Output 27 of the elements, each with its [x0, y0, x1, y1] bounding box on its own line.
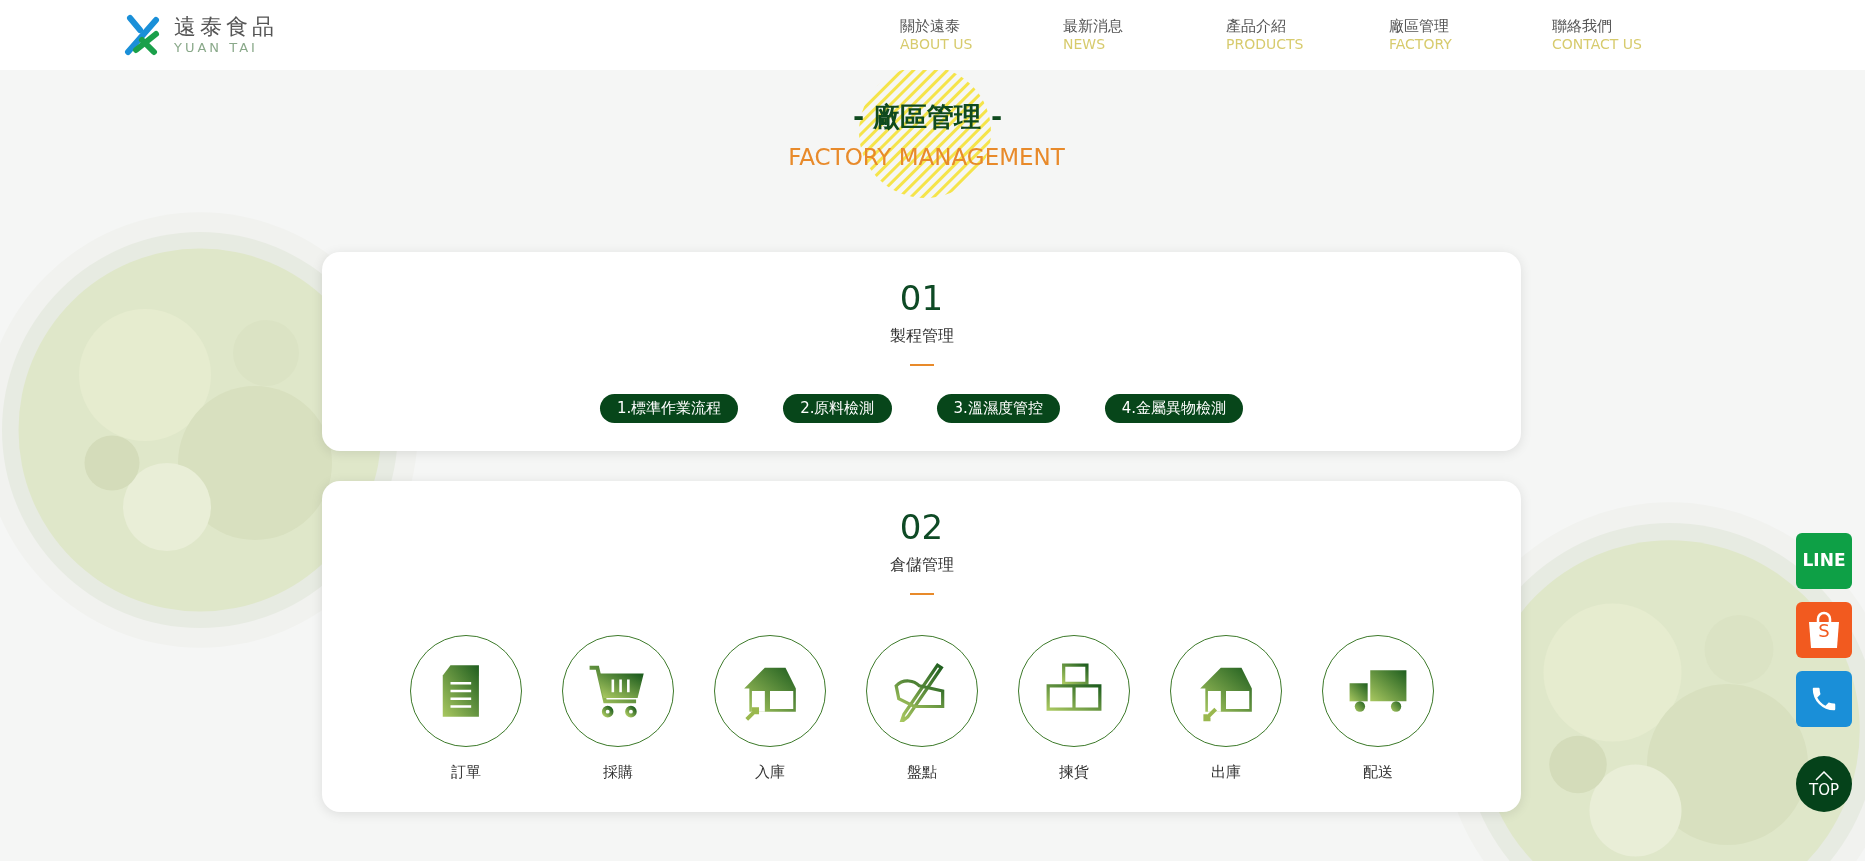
- step-label: 出庫: [1210, 762, 1241, 783]
- process-tag: 1.標準作業流程: [599, 394, 739, 423]
- nav-link[interactable]: 關於遠泰 ABOUT US: [900, 17, 1063, 53]
- logo-icon: [122, 14, 162, 56]
- step-label: 訂單: [450, 762, 481, 783]
- process-tag: 2.原料檢測: [783, 394, 892, 423]
- step-label: 入庫: [754, 762, 785, 783]
- section-number: 02: [899, 507, 944, 547]
- step-label: 揀貨: [1058, 762, 1089, 783]
- step-label: 採購: [602, 762, 633, 783]
- section-number: 01: [899, 278, 944, 318]
- process-tag: 3.溫濕度管控: [936, 394, 1060, 423]
- step-label: 盤點: [906, 762, 937, 783]
- brand-name: 遠泰食品: [174, 14, 278, 40]
- nav-link[interactable]: 聯絡我們 CONTACT US: [1552, 17, 1715, 53]
- process-tag: 4.金屬異物檢測: [1104, 394, 1244, 423]
- nav-link[interactable]: 最新消息 NEWS: [1063, 17, 1226, 53]
- phone-button[interactable]: [1796, 671, 1852, 727]
- shop-letter: S: [1817, 622, 1831, 640]
- nav-link[interactable]: 產品介紹 PRODUCTS: [1226, 17, 1389, 53]
- section-title: 製程管理: [889, 325, 954, 347]
- nav-link[interactable]: 廠區管理 FACTORY: [1389, 17, 1552, 53]
- section-title: 倉儲管理: [889, 554, 954, 576]
- step-label: 配送: [1362, 762, 1393, 783]
- shopping-bag-icon: [1807, 611, 1841, 649]
- brand-subtitle: YUAN TAI: [174, 40, 259, 56]
- chevron-up-icon: [1815, 770, 1833, 781]
